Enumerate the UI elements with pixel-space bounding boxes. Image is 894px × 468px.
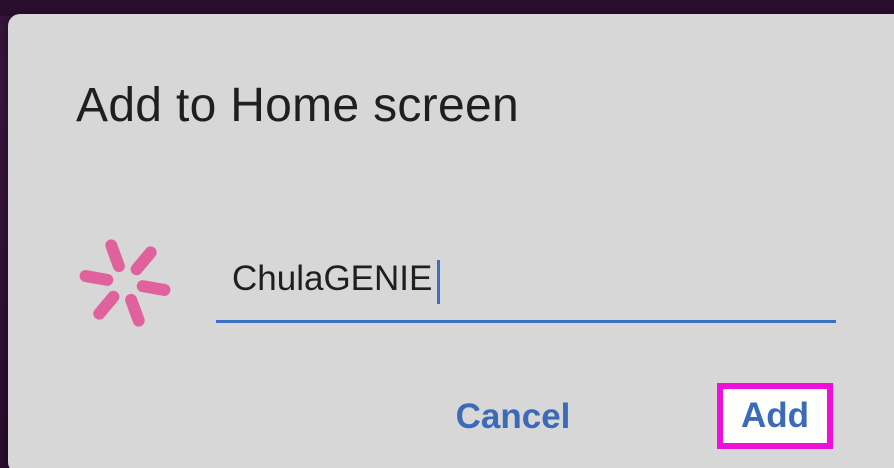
add-to-home-screen-dialog: Add to Home screen Cancel Add <box>8 14 894 468</box>
dialog-title: Add to Home screen <box>76 79 519 132</box>
text-caret <box>437 260 440 304</box>
add-button[interactable]: Add <box>717 383 833 449</box>
field-underline <box>216 320 836 323</box>
shortcut-name-input[interactable] <box>216 240 836 318</box>
pinwheel-icon <box>74 232 176 334</box>
cancel-button[interactable]: Cancel <box>438 389 588 445</box>
shortcut-name-field[interactable] <box>216 240 836 326</box>
